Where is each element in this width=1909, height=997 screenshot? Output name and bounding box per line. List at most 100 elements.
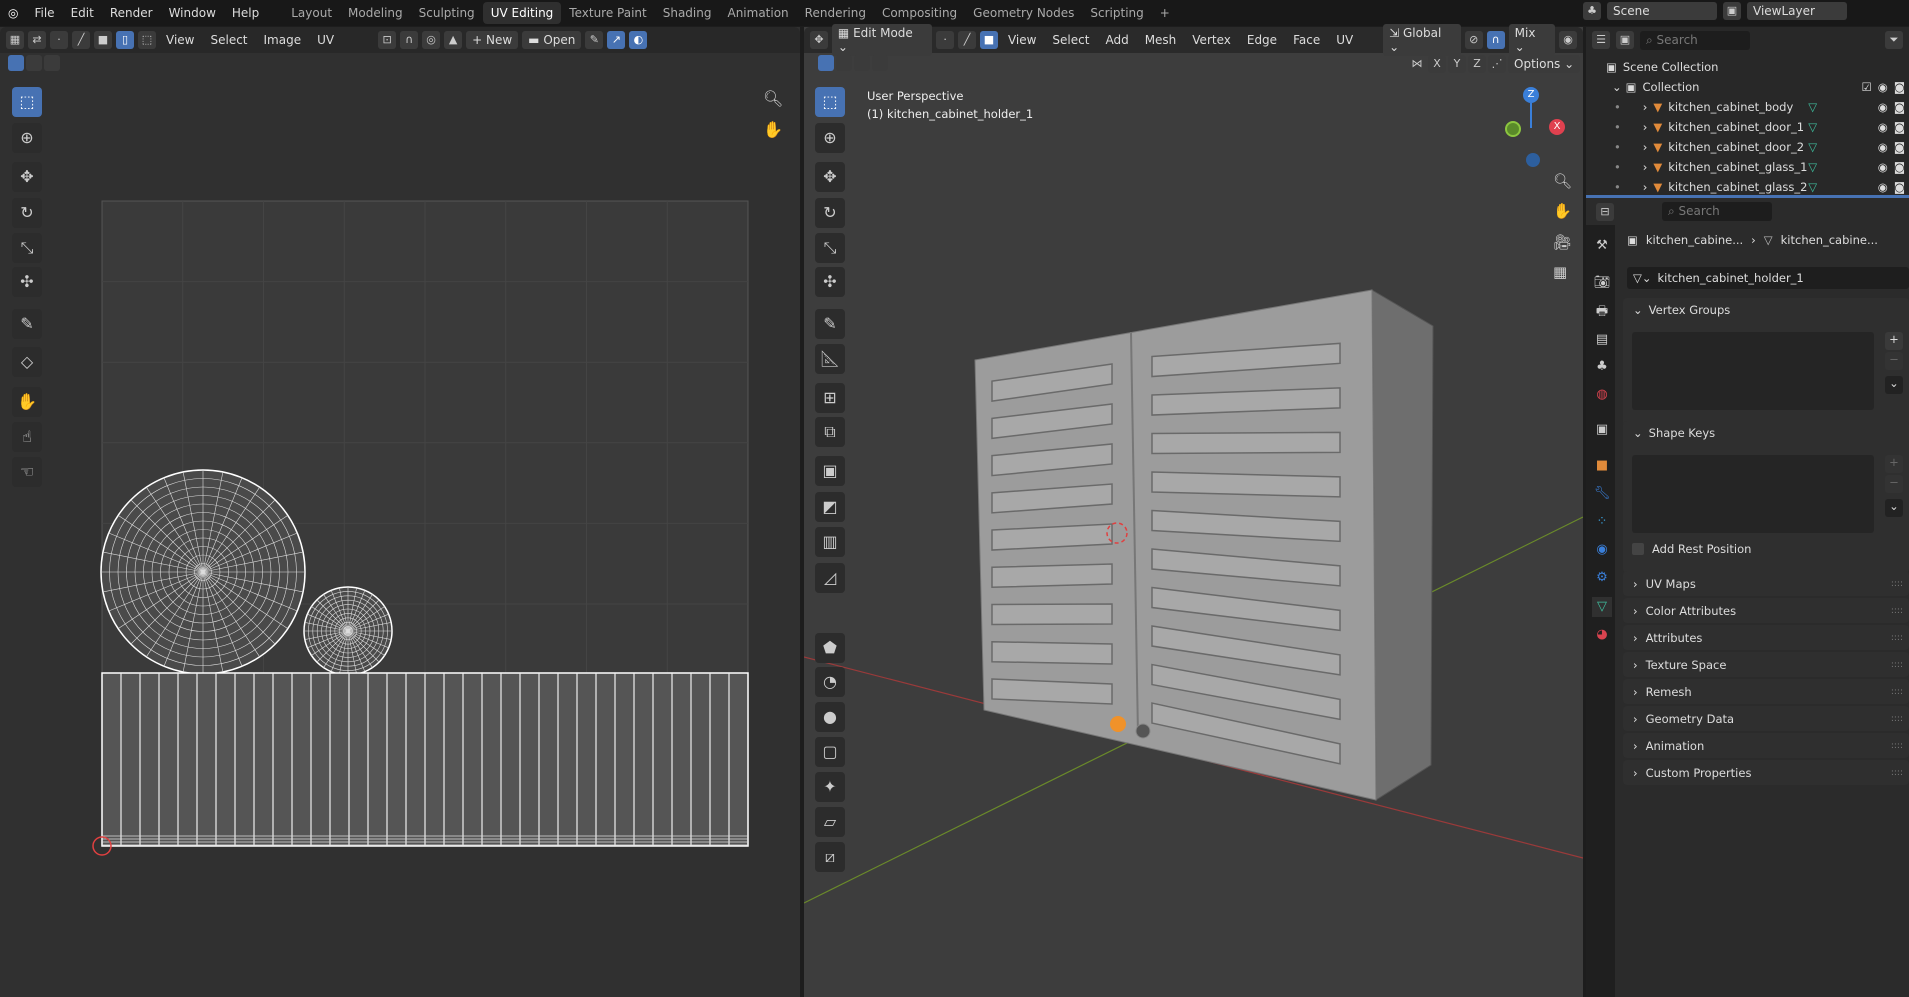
uv-canvas[interactable]	[0, 0, 800, 997]
gizmo-z[interactable]: Z	[1523, 87, 1539, 103]
vp-scale-icon[interactable]: ⤡	[815, 233, 845, 263]
modifier-icon[interactable]: 🔧︎	[1592, 484, 1612, 504]
chevron-down-icon[interactable]: ⌄	[1612, 80, 1622, 94]
material-icon[interactable]: ◕	[1592, 625, 1612, 645]
spin-icon[interactable]: ◔	[815, 667, 845, 697]
physics-icon[interactable]: ◉	[1592, 540, 1612, 560]
world-icon[interactable]: ◍	[1592, 385, 1612, 405]
shape-keys-header[interactable]: Shape Keys	[1649, 426, 1716, 440]
mirror-z-toggle[interactable]: Z	[1468, 55, 1486, 73]
properties-editor-type-icon[interactable]: ⊟	[1596, 202, 1614, 221]
vp-menu-uv[interactable]: UV	[1330, 31, 1359, 49]
vertex-mode-icon[interactable]: ·	[936, 31, 955, 49]
mesh-data-icon[interactable]: ▽	[1808, 160, 1817, 174]
outliner-item[interactable]: • › ▼ kitchen_cabinet_glass_1 ▽ ◉ ◙	[1586, 157, 1909, 177]
chevron-right-icon[interactable]: ›	[1643, 140, 1648, 154]
tab-scripting[interactable]: Scripting	[1082, 2, 1151, 24]
add-vertex-group-button[interactable]: +	[1885, 332, 1903, 350]
vp-select-subtract-icon[interactable]	[854, 55, 870, 71]
vp-menu-mesh[interactable]: Mesh	[1139, 31, 1183, 49]
vp-transform-icon[interactable]: ✣	[815, 267, 845, 297]
collection-icon[interactable]: ▣	[1592, 420, 1612, 440]
outliner-item[interactable]: • › ▼ kitchen_cabinet_door_1 ▽ ◉ ◙	[1586, 117, 1909, 137]
panel-animation[interactable]: › Animation::::	[1623, 733, 1909, 758]
mirror-icon[interactable]: ⋈	[1408, 55, 1426, 73]
vertex-groups-header[interactable]: Vertex Groups	[1649, 303, 1731, 317]
panel-uv-maps[interactable]: › UV Maps::::	[1623, 571, 1909, 596]
chevron-right-icon[interactable]: ›	[1643, 120, 1648, 134]
extrude-icon[interactable]: ⧉	[815, 417, 845, 447]
drag-handle-icon[interactable]: ::::	[1891, 768, 1903, 778]
mode-dropdown[interactable]: ▦ Edit Mode ⌄	[831, 24, 933, 56]
view-layer-icon[interactable]: ▣	[1723, 2, 1741, 20]
drag-handle-icon[interactable]: ::::	[1891, 660, 1903, 670]
gizmo-y-negative[interactable]	[1505, 121, 1521, 137]
mesh-data-icon[interactable]: ▽	[1808, 140, 1817, 154]
snap-mode-dropdown[interactable]: Mix ⌄	[1508, 24, 1556, 56]
panel-color-attributes[interactable]: › Color Attributes::::	[1623, 598, 1909, 623]
exclude-checkbox[interactable]: ☑	[1861, 80, 1871, 94]
panel-attributes[interactable]: › Attributes::::	[1623, 625, 1909, 650]
editor-type-3d-icon[interactable]: ✥	[810, 31, 828, 49]
vp-move-icon[interactable]: ✥	[815, 162, 845, 192]
vp-menu-edge[interactable]: Edge	[1241, 31, 1283, 49]
chevron-right-icon[interactable]: ›	[1643, 100, 1648, 114]
pivot-point-icon[interactable]: ⊘	[1464, 31, 1483, 49]
mirror-x-toggle[interactable]: X	[1428, 55, 1446, 73]
vp-zoom-icon[interactable]: 🔍︎	[1553, 172, 1572, 190]
mesh-data-icon[interactable]: ▽	[1808, 180, 1817, 194]
panel-custom-properties[interactable]: › Custom Properties::::	[1623, 760, 1909, 785]
viewport-scene[interactable]	[804, 27, 1583, 997]
mesh-name-value[interactable]: kitchen_cabinet_holder_1	[1657, 271, 1803, 285]
panel-geometry-data[interactable]: › Geometry Data::::	[1623, 706, 1909, 731]
scene-icon[interactable]: ♣	[1583, 2, 1601, 20]
face-mode-icon[interactable]: ■	[980, 31, 998, 49]
visibility-eye-icon[interactable]: ◉	[1878, 140, 1888, 154]
orientation-dropdown[interactable]: ⇲ Global ⌄	[1383, 24, 1461, 56]
chevron-down-icon[interactable]: ⌄	[1633, 426, 1643, 440]
edge-mode-icon[interactable]: ╱	[958, 31, 977, 49]
outliner-item[interactable]: • › ▼ kitchen_cabinet_body ▽ ◉ ◙	[1586, 97, 1909, 117]
drag-handle-icon[interactable]: ::::	[1891, 741, 1903, 751]
remove-vertex-group-button[interactable]: −	[1885, 352, 1903, 370]
rip-region-icon[interactable]: ⧄	[815, 842, 845, 872]
particles-icon[interactable]: ⁘	[1592, 512, 1612, 532]
view-layer-field[interactable]: ViewLayer	[1747, 2, 1847, 20]
vp-menu-face[interactable]: Face	[1287, 31, 1326, 49]
vp-measure-icon[interactable]: 📐︎	[815, 344, 845, 374]
vp-select-box-icon[interactable]: ⬚	[815, 87, 845, 117]
render-camera-icon[interactable]: ◙	[1894, 180, 1905, 194]
data-icon[interactable]: ▽	[1592, 597, 1612, 617]
vp-pan-icon[interactable]: ✋	[1553, 202, 1572, 220]
add-rest-position-checkbox[interactable]	[1632, 543, 1644, 555]
vp-menu-view[interactable]: View	[1002, 31, 1042, 49]
gizmo-x[interactable]: X	[1549, 119, 1565, 135]
shape-keys-list[interactable]	[1632, 455, 1874, 533]
smooth-icon[interactable]: ●	[815, 702, 845, 732]
scene-icon[interactable]: ♣	[1592, 357, 1612, 377]
drag-handle-icon[interactable]: ::::	[1891, 579, 1903, 589]
drag-handle-icon[interactable]: ::::	[1891, 633, 1903, 643]
loop-cut-icon[interactable]: ▥	[815, 527, 845, 557]
snap-magnet-icon[interactable]: ∩	[1486, 31, 1505, 49]
view-layer-icon[interactable]: ▤	[1592, 330, 1612, 350]
vp-menu-select[interactable]: Select	[1046, 31, 1095, 49]
vp-menu-add[interactable]: Add	[1099, 31, 1134, 49]
collection-row[interactable]: ⌄ ▣ Collection ☑ ◉ ◙	[1586, 77, 1909, 97]
drag-handle-icon[interactable]: ::::	[1891, 714, 1903, 724]
vp-annotate-icon[interactable]: ✎	[815, 309, 845, 339]
perspective-toggle-icon[interactable]: ▦	[1553, 263, 1567, 281]
visibility-eye-icon[interactable]: ◉	[1878, 180, 1888, 194]
vp-cursor-icon[interactable]: ⊕	[815, 123, 845, 153]
drag-handle-icon[interactable]: ::::	[1891, 687, 1903, 697]
object-icon[interactable]: ■	[1592, 456, 1612, 476]
output-icon[interactable]: 🖶	[1592, 302, 1612, 322]
tab-geometry-nodes[interactable]: Geometry Nodes	[965, 2, 1082, 24]
add-shape-key-button[interactable]: +	[1885, 455, 1903, 473]
vp-select-invert-icon[interactable]	[872, 55, 888, 71]
auto-merge-icon[interactable]: ⋰	[1488, 55, 1506, 73]
mesh-name-field[interactable]: ▽⌄ kitchen_cabinet_holder_1	[1627, 267, 1909, 289]
display-mode-icon[interactable]: ☰	[1592, 31, 1610, 49]
gizmo-z-negative[interactable]	[1526, 153, 1540, 167]
render-camera-icon[interactable]: ◙	[1894, 140, 1905, 154]
